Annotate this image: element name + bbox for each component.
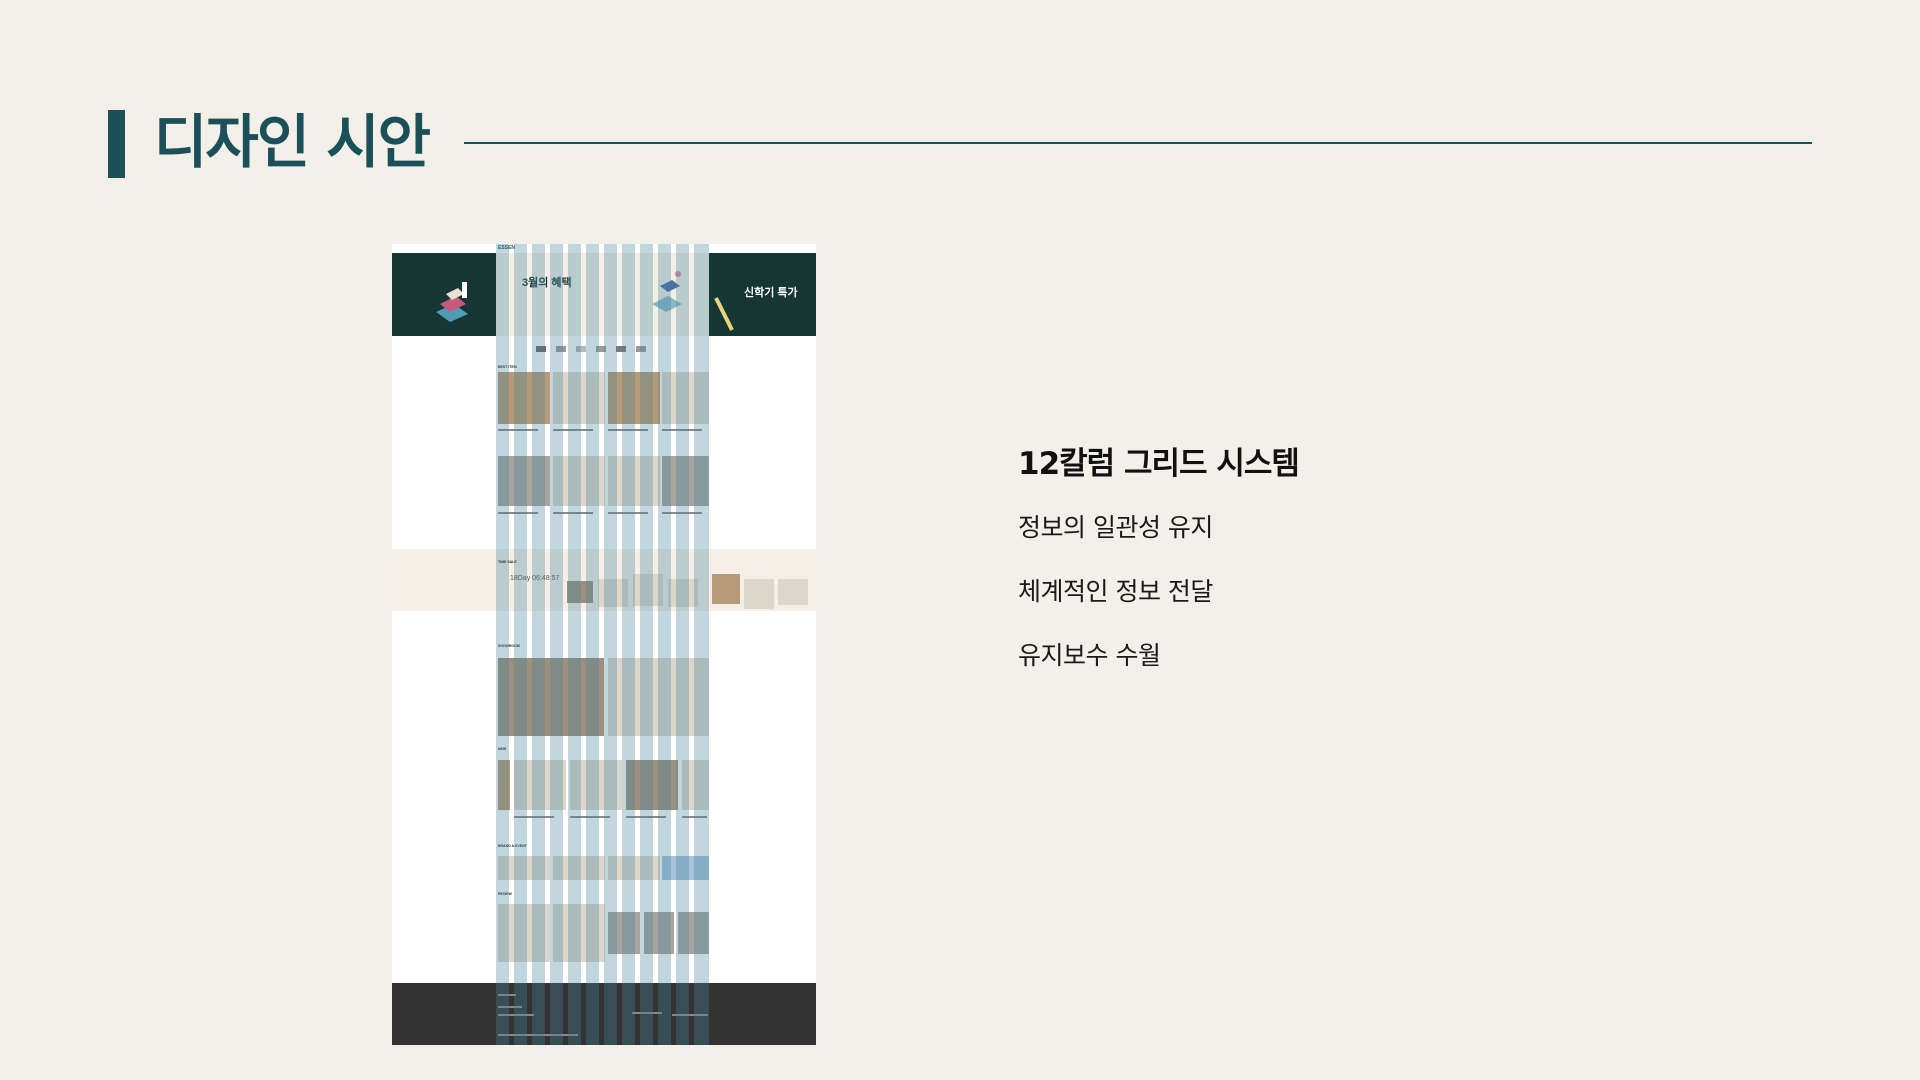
slide-title: 디자인 시안: [154, 108, 431, 176]
sale-product-photo: [778, 579, 808, 605]
pencil-illustration: [714, 297, 734, 331]
grid-column: [514, 244, 527, 1045]
grid-column: [604, 244, 617, 1045]
title-divider-line: [464, 142, 1812, 144]
grid-column: [586, 244, 599, 1045]
sale-product-photo: [712, 574, 740, 604]
twelve-column-grid-overlay: [496, 244, 709, 1045]
title-accent-bar: [108, 110, 125, 178]
grid-column: [532, 244, 545, 1045]
website-mockup: ESSEN 3월의 혜택 신학기 특가 BEST ITEM TIME SALE …: [392, 244, 816, 1045]
benefit-item: 유지보수 수월: [1018, 641, 1161, 670]
sale-product-photo: [744, 579, 774, 609]
grid-column: [694, 244, 709, 1045]
grid-column: [658, 244, 671, 1045]
benefit-item: 체계적인 정보 전달: [1018, 577, 1213, 606]
benefit-item: 정보의 일관성 유지: [1018, 513, 1213, 542]
hero-right-headline: 신학기 특가: [744, 287, 798, 299]
grid-column: [622, 244, 635, 1045]
grid-column: [640, 244, 653, 1045]
grid-column: [676, 244, 689, 1045]
grid-column: [496, 244, 509, 1045]
isometric-illustration-left: [436, 282, 468, 322]
grid-system-heading: 12칼럼 그리드 시스템: [1018, 446, 1300, 482]
grid-column: [568, 244, 581, 1045]
grid-column: [550, 244, 563, 1045]
